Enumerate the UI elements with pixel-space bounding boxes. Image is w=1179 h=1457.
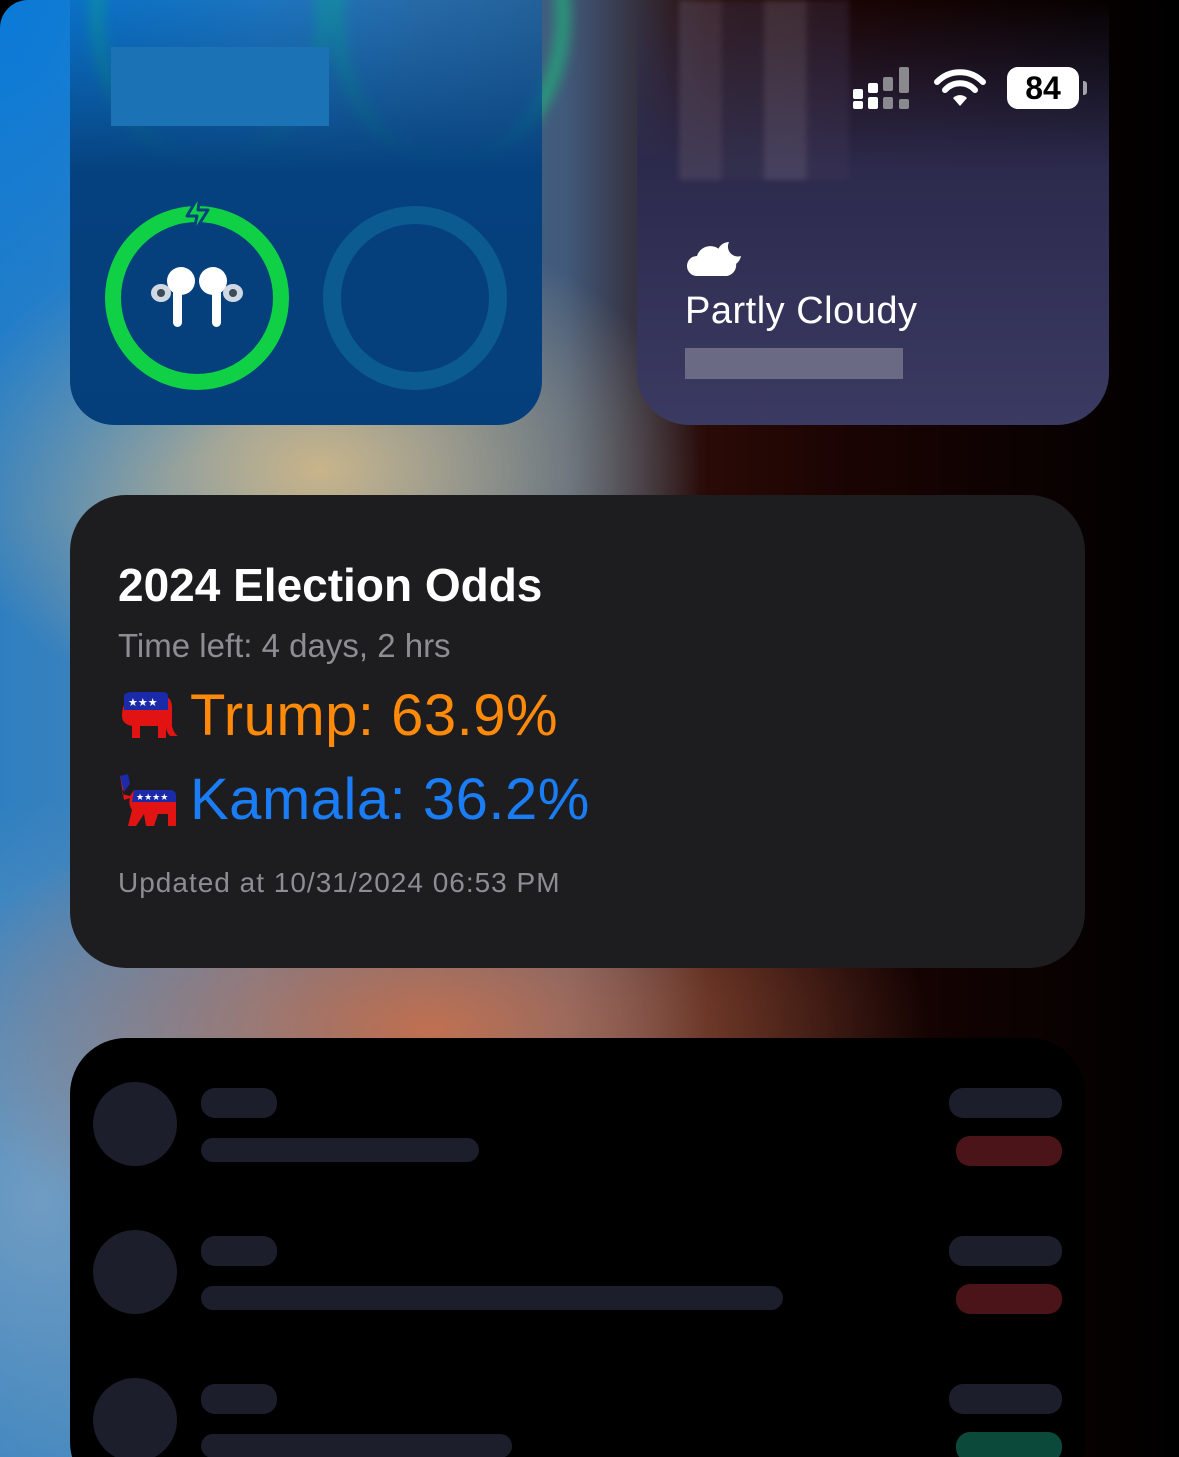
trump-odds: Trump: 63.9% xyxy=(190,683,559,748)
stocks-list-widget[interactable] xyxy=(70,1038,1085,1457)
skeleton-badge xyxy=(956,1136,1062,1166)
wifi-icon xyxy=(934,69,986,106)
republican-elephant-icon: ★★★ xyxy=(122,692,178,738)
charging-bolt-icon xyxy=(185,192,210,236)
election-odds-widget[interactable]: 2024 Election Odds Time left: 4 days, 2 … xyxy=(70,495,1085,968)
list-item[interactable] xyxy=(70,1230,1085,1330)
skeleton-bar xyxy=(201,1434,512,1457)
pixelated-redaction xyxy=(679,0,849,180)
kamala-odds: Kamala: 36.2% xyxy=(190,767,590,832)
weather-widget[interactable]: Partly Cloudy xyxy=(637,0,1109,425)
battery-indicator: 84 xyxy=(1007,67,1087,109)
skeleton-bar xyxy=(949,1236,1062,1266)
weather-condition: Partly Cloudy xyxy=(685,290,918,332)
skeleton-badge xyxy=(956,1284,1062,1314)
svg-text:★★★★: ★★★★ xyxy=(136,793,168,803)
democrat-donkey-icon: ★★★★ xyxy=(120,774,176,826)
redacted-block xyxy=(685,348,903,379)
skeleton-bar xyxy=(201,1088,277,1118)
candidate-row-kamala: ★★★★ Kamala: 36.2% xyxy=(118,765,1037,835)
skeleton-bar xyxy=(201,1286,783,1310)
time-left: Time left: 4 days, 2 hrs xyxy=(118,627,451,664)
battery-level: 84 xyxy=(1025,69,1061,106)
avatar-placeholder xyxy=(93,1378,177,1457)
list-item[interactable] xyxy=(70,1378,1085,1457)
partly-cloudy-night-icon xyxy=(687,242,741,276)
skeleton-bar xyxy=(949,1384,1062,1414)
skeleton-bar xyxy=(949,1088,1062,1118)
airpods-battery-widget[interactable] xyxy=(70,0,542,425)
candidate-row-trump: ★★★ Trump: 63.9% xyxy=(118,681,1037,751)
list-item[interactable] xyxy=(70,1082,1085,1182)
airpods-icon xyxy=(151,267,243,327)
svg-text:★★★: ★★★ xyxy=(128,696,158,709)
widget-title: 2024 Election Odds xyxy=(118,559,543,611)
redacted-block xyxy=(111,47,329,126)
status-bar: 84 xyxy=(853,66,1087,110)
skeleton-bar xyxy=(201,1236,277,1266)
skeleton-badge xyxy=(956,1432,1062,1457)
avatar-placeholder xyxy=(93,1230,177,1314)
cellular-signal-icon xyxy=(853,67,909,109)
avatar-placeholder xyxy=(93,1082,177,1166)
skeleton-bar xyxy=(201,1138,479,1162)
empty-battery-ring xyxy=(323,206,507,390)
updated-timestamp: Updated at 10/31/2024 06:53 PM xyxy=(118,867,561,898)
skeleton-bar xyxy=(201,1384,277,1414)
